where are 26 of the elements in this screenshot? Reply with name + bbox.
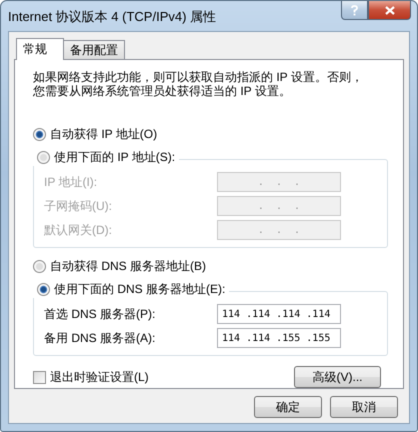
field-label: IP 地址(I):: [44, 174, 98, 190]
ip-address-field[interactable]: 114 .114 .155 .155: [217, 328, 341, 348]
field-label: 默认网关(D):: [44, 222, 112, 238]
advanced-button[interactable]: 高级(V)...: [294, 366, 381, 388]
checkbox-label[interactable]: 退出时验证设置(L): [50, 368, 149, 386]
radio-button[interactable]: [33, 260, 46, 273]
field-label: 备用 DNS 服务器(A):: [44, 330, 156, 346]
field-label: 首选 DNS 服务器(P):: [44, 306, 156, 322]
window-title: Internet 协议版本 4 (TCP/IPv4) 属性: [8, 8, 216, 26]
close-icon: [384, 6, 394, 14]
radio-button[interactable]: [33, 128, 46, 141]
help-icon: [351, 4, 358, 16]
radio-label[interactable]: 自动获得 DNS 服务器地址(B): [50, 258, 206, 275]
radio-label[interactable]: 自动获得 IP 地址(O): [50, 126, 158, 143]
radio-button[interactable]: [37, 283, 50, 296]
close-button[interactable]: [368, 1, 411, 20]
ok-button[interactable]: 确定: [254, 396, 322, 418]
tab[interactable]: 备用配置: [63, 40, 125, 59]
tab[interactable]: 常规: [16, 38, 64, 60]
checkbox[interactable]: [33, 370, 46, 384]
help-button[interactable]: [341, 1, 368, 20]
cancel-button[interactable]: 取消: [330, 396, 398, 418]
ip-address-field[interactable]: 114 .114 .114 .114: [217, 304, 341, 324]
field-label: 子网掩码(U):: [44, 198, 112, 214]
description-text: 如果网络支持此功能，则可以获取自动指派的 IP 设置。否则，您需要从网络系统管理员处获得适当的 IP 设置。: [33, 70, 363, 98]
radio-button[interactable]: [37, 151, 50, 164]
